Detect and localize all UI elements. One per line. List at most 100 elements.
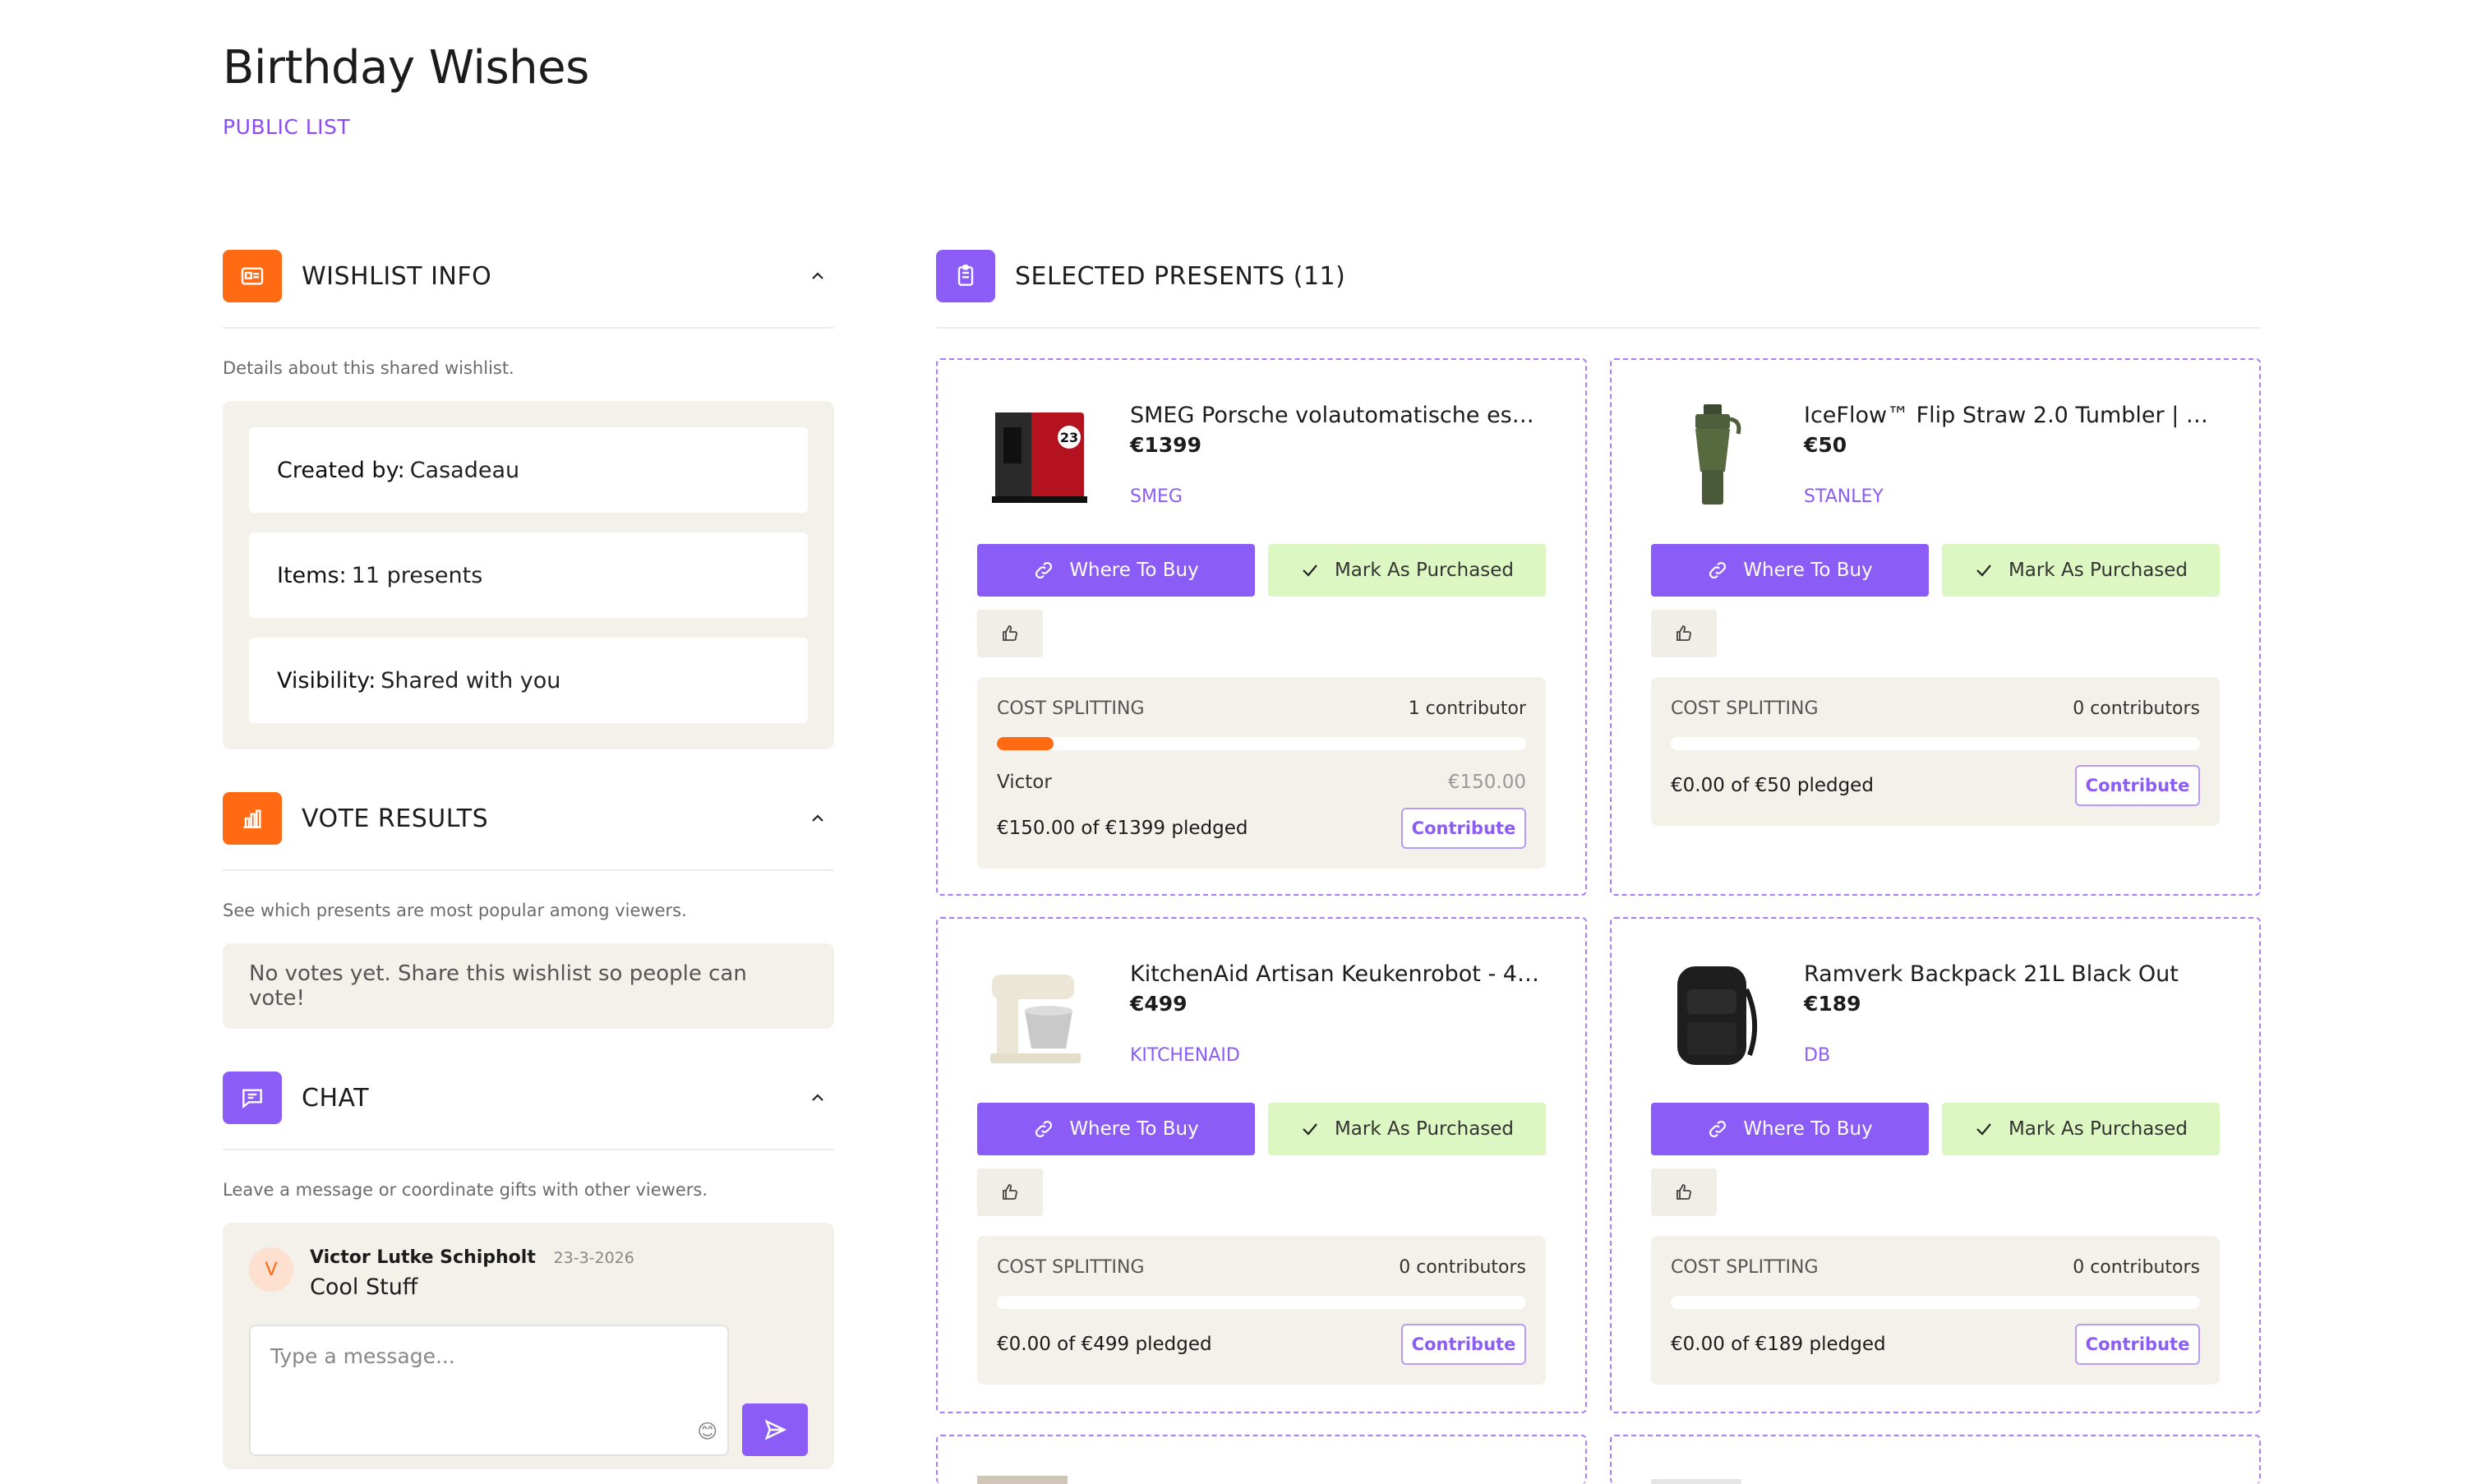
wishlist-info-box: Created by: Casadeau Items: 11 presents … (223, 401, 834, 749)
presents-header: SELECTED PRESENTS (11) (936, 247, 2261, 329)
contribute-button[interactable]: Contribute (1401, 1324, 1526, 1365)
pledge-progress-bar (997, 737, 1526, 750)
product-image (1651, 394, 1773, 516)
emoji-icon[interactable]: 😊 (697, 1420, 717, 1443)
chat-input-row: Type a message... 😊 (249, 1325, 808, 1456)
mark-as-purchased-button[interactable]: Mark As Purchased (1942, 1103, 2220, 1155)
present-card: 23 SMEG Porsche volautomatische espres..… (936, 358, 1587, 896)
product-price: €189 (1804, 992, 1861, 1016)
product-image (977, 1476, 1068, 1484)
product-name: Ramverk Backpack 21L Black Out (1804, 961, 2179, 987)
cost-splitting-panel: COST SPLITTING 0 contributors €0.00 of €… (977, 1236, 1546, 1385)
link-icon (1709, 1121, 1727, 1137)
product-price: €50 (1804, 433, 1847, 457)
product-price: €1399 (1130, 433, 1201, 457)
contribute-button[interactable]: Contribute (2075, 765, 2200, 806)
chat-message: V Victor Lutke Schipholt 23-3-2026 Cool … (249, 1247, 808, 1300)
mark-as-purchased-label: Mark As Purchased (2008, 1118, 2188, 1140)
thumbs-up-icon (1676, 1184, 1691, 1200)
cost-splitting-panel: COST SPLITTING 1 contributor Victor €150… (977, 677, 1546, 869)
svg-text:23: 23 (1060, 430, 1078, 445)
where-to-buy-label: Where To Buy (1743, 560, 1873, 581)
contribute-button[interactable]: Contribute (1401, 808, 1526, 849)
presents-section: SELECTED PRESENTS (11) 23 SMEG Porsche v… (936, 247, 2261, 1484)
wishlist-info-header[interactable]: WISHLIST INFO (223, 247, 834, 329)
product-brand: STANLEY (1804, 486, 1884, 507)
left-column: WISHLIST INFO Details about this shared … (223, 247, 834, 1469)
checkmark-icon (1976, 1123, 1991, 1136)
contribute-button[interactable]: Contribute (2075, 1324, 2200, 1365)
present-card: KitchenAid Artisan Keukenrobot - 4,8 Li.… (936, 917, 1587, 1413)
where-to-buy-button[interactable]: Where To Buy (977, 1103, 1255, 1155)
vote-results-description: See which presents are most popular amon… (223, 901, 687, 920)
product-image (977, 953, 1099, 1075)
where-to-buy-button[interactable]: Where To Buy (1651, 1103, 1929, 1155)
created-by-row: Created by: Casadeau (249, 427, 808, 513)
link-icon (1709, 562, 1727, 578)
cost-splitting-label: COST SPLITTING (997, 1257, 1145, 1278)
chat-message-text: Cool Stuff (310, 1274, 418, 1300)
thumbs-up-vote-button[interactable] (977, 1168, 1043, 1216)
pledged-summary: €0.00 of €50 pledged (1671, 775, 1874, 796)
chat-message-input[interactable]: Type a message... 😊 (249, 1325, 730, 1456)
items-label: Items: (277, 562, 347, 588)
send-icon (764, 1419, 787, 1440)
chevron-up-icon[interactable] (801, 802, 834, 835)
chat-message-date: 23-3-2026 (553, 1249, 634, 1267)
thumbs-up-vote-button[interactable] (1651, 1168, 1717, 1216)
mark-as-purchased-button[interactable]: Mark As Purchased (1268, 544, 1546, 597)
present-card (936, 1435, 1587, 1484)
mark-as-purchased-label: Mark As Purchased (1334, 1118, 1515, 1140)
id-card-icon (223, 250, 282, 302)
items-value: 11 presents (351, 562, 483, 588)
chat-header[interactable]: CHAT (223, 1068, 834, 1150)
link-icon (1035, 562, 1053, 578)
visibility-row: Visibility: Shared with you (249, 638, 808, 723)
where-to-buy-button[interactable]: Where To Buy (1651, 544, 1929, 597)
page: Birthday Wishes PUBLIC LIST WISHLIST INF… (0, 0, 2472, 1484)
pledge-progress-bar (1671, 1296, 2200, 1309)
where-to-buy-button[interactable]: Where To Buy (977, 544, 1255, 597)
mark-as-purchased-button[interactable]: Mark As Purchased (1268, 1103, 1546, 1155)
no-votes-message: No votes yet. Share this wishlist so peo… (223, 943, 834, 1029)
vote-results-header[interactable]: VOTE RESULTS (223, 789, 834, 871)
contributor-count: 0 contributors (2073, 698, 2200, 719)
thumbs-up-vote-button[interactable] (977, 610, 1043, 657)
mark-as-purchased-label: Mark As Purchased (1334, 560, 1515, 581)
cost-splitting-label: COST SPLITTING (997, 698, 1145, 719)
created-by-label: Created by: (277, 457, 405, 483)
mark-as-purchased-button[interactable]: Mark As Purchased (1942, 544, 2220, 597)
cost-splitting-panel: COST SPLITTING 0 contributors €0.00 of €… (1651, 677, 2220, 826)
items-row: Items: 11 presents (249, 532, 808, 618)
chevron-up-icon[interactable] (801, 260, 834, 293)
chat-message-author-line: Victor Lutke Schipholt 23-3-2026 (310, 1247, 634, 1268)
chat-input-placeholder: Type a message... (270, 1344, 455, 1368)
gift-list-icon (936, 250, 995, 302)
mark-as-purchased-label: Mark As Purchased (2008, 560, 2188, 581)
thumbs-up-icon (1003, 1184, 1017, 1200)
product-name: IceFlow™ Flip Straw 2.0 Tumbler | 0.89L (1804, 403, 2215, 428)
vote-results-title: VOTE RESULTS (302, 804, 489, 833)
chat-box: V Victor Lutke Schipholt 23-3-2026 Cool … (223, 1223, 834, 1469)
contributor-count: 0 contributors (1399, 1257, 1526, 1278)
contributor-count: 1 contributor (1408, 698, 1526, 719)
chevron-up-icon[interactable] (801, 1081, 834, 1114)
cost-splitting-panel: COST SPLITTING 0 contributors €0.00 of €… (1651, 1236, 2220, 1385)
product-image: 23 (977, 394, 1099, 516)
thumbs-up-vote-button[interactable] (1651, 610, 1717, 657)
send-button[interactable] (742, 1403, 808, 1456)
product-name: SMEG Porsche volautomatische espres... (1130, 403, 1541, 428)
chat-description: Leave a message or coordinate gifts with… (223, 1180, 708, 1200)
contributor-count: 0 contributors (2073, 1257, 2200, 1278)
bar-chart-icon (223, 792, 282, 845)
checkmark-icon (1976, 565, 1991, 577)
thumbs-up-icon (1003, 625, 1017, 641)
product-image (1651, 953, 1773, 1075)
wishlist-info-description: Details about this shared wishlist. (223, 358, 514, 378)
contributor-row: Victor €150.00 (997, 772, 1526, 793)
list-visibility-label: PUBLIC LIST (223, 115, 351, 139)
visibility-label: Visibility: (277, 667, 376, 694)
page-title: Birthday Wishes (223, 41, 589, 94)
chat-bubble-icon (223, 1072, 282, 1124)
visibility-value: Shared with you (380, 667, 561, 694)
